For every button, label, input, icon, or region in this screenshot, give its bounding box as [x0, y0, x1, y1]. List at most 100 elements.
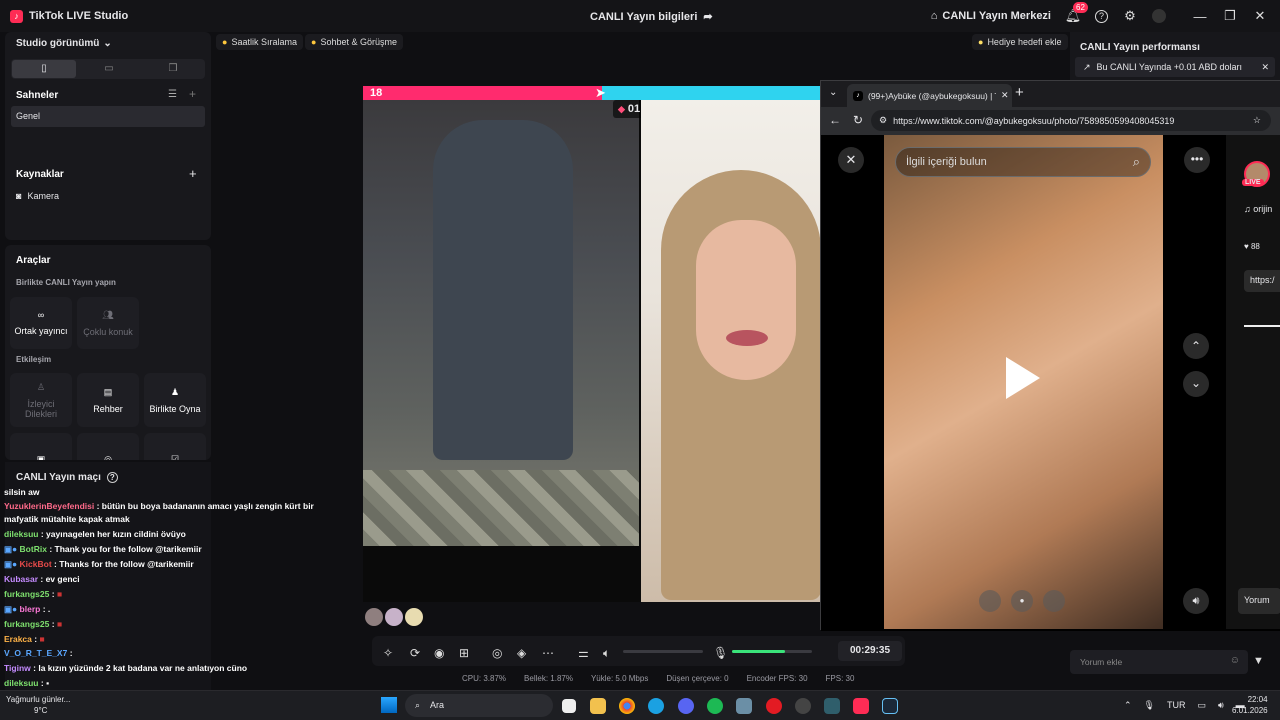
emote-icon: ■ [56, 619, 63, 629]
reload-icon[interactable]: ↻ [853, 113, 863, 127]
close-notice-icon[interactable]: ✕ [1261, 62, 1269, 73]
tool-row3-c[interactable]: ☑ [144, 433, 206, 460]
viewer-wishes-button[interactable]: ♙ İzleyici Dilekleri [10, 373, 72, 427]
share-link[interactable]: https:/ [1244, 270, 1280, 292]
magic-wand-icon[interactable]: ✧ [383, 646, 393, 660]
guide-button[interactable]: ▤ Rehber [77, 373, 139, 427]
close-viewer-button[interactable]: ✕ [838, 147, 864, 173]
discord-icon[interactable] [678, 698, 694, 714]
new-tab-icon[interactable]: + [1015, 84, 1024, 101]
add-scene-icon[interactable]: + [189, 87, 196, 101]
clock[interactable]: 22:04 6.01.2026 [1232, 694, 1268, 716]
hourly-ranking-button[interactable]: ● Saatlik Sıralama [216, 34, 303, 50]
weather-widget[interactable]: Yağmurlu günler... 9°C [6, 694, 70, 716]
viewer-avatars [365, 608, 423, 626]
steam-icon[interactable] [882, 698, 898, 714]
multi-guest-button[interactable]: 👥︎ Çoklu konuk [77, 297, 139, 349]
next-photo-button[interactable] [1043, 590, 1065, 612]
play-icon[interactable] [1006, 357, 1040, 399]
tiktok-studio-icon[interactable] [853, 698, 869, 714]
more-options-icon[interactable]: ••• [1184, 147, 1210, 173]
avatar[interactable] [365, 608, 383, 626]
chrome-icon[interactable] [619, 698, 635, 714]
site-info-icon[interactable]: ⚙ [879, 115, 887, 126]
spotify-icon[interactable] [707, 698, 723, 714]
volume-button[interactable]: 🔊︎ [1183, 588, 1209, 614]
taskbar-search[interactable]: ⌕ Ara [405, 694, 553, 717]
comment-input[interactable]: Yorum ekle ☺ [1070, 650, 1248, 674]
tray-chevron-icon[interactable]: ⌃ [1124, 700, 1132, 711]
address-bar[interactable]: ⚙ https://www.tiktok.com/@aybukegoksuu/p… [871, 110, 1271, 131]
bell-icon[interactable]: 🔔︎ 62 [1065, 2, 1088, 24]
language-indicator[interactable]: TUR [1167, 700, 1186, 711]
emoji-icon[interactable]: ☺ [1230, 655, 1240, 666]
gift-goal-button[interactable]: ● Hediye hedefi ekle [972, 34, 1068, 50]
like-count[interactable]: ♥ 88 [1244, 242, 1260, 251]
record-icon[interactable]: ◎ [492, 646, 502, 660]
network-icon[interactable]: ▭ [1197, 700, 1206, 711]
previous-video-button[interactable]: ⌃ [1183, 333, 1209, 359]
multi-layout-button[interactable]: ❒ [141, 60, 205, 78]
restore-icon[interactable]: ❐ [1222, 8, 1238, 24]
tab-list-chevron-icon[interactable]: ⌄ [829, 87, 837, 98]
settings-gear-icon[interactable]: ⚙ [1122, 8, 1138, 24]
scene-item-genel[interactable]: Genel [11, 106, 205, 127]
microphone-icon[interactable]: 🎙︎ [713, 646, 728, 660]
chat-meet-button[interactable]: ● Sohbet & Görüşme [305, 34, 403, 50]
windows-start-icon[interactable] [381, 697, 397, 713]
beauty-icon[interactable]: ◉ [434, 646, 444, 660]
sound-row[interactable]: ♫ orijin [1244, 204, 1272, 214]
opera-icon[interactable] [766, 698, 782, 714]
mixer-icon[interactable]: ⚌ [578, 646, 589, 660]
bookmark-star-icon[interactable]: ☆ [1253, 115, 1261, 126]
browser-tab[interactable]: ♪ (99+)Aybüke (@aybukegoksuu) | T ✕ [847, 84, 1012, 107]
filter-icon[interactable]: ▼ [1253, 655, 1264, 667]
prev-photo-button[interactable] [979, 590, 1001, 612]
edge-icon[interactable] [648, 698, 664, 714]
app-icon[interactable] [736, 698, 752, 714]
live-info-button[interactable]: CANLI Yayın bilgileri ➦ [590, 10, 713, 24]
avatar[interactable] [385, 608, 403, 626]
chat-line: mafyatik mütahite kapak atmak [4, 514, 130, 524]
effects-icon[interactable]: ⟳ [410, 646, 420, 660]
volume-tray-icon[interactable]: 🔊︎ [1218, 700, 1224, 711]
next-video-button[interactable]: ⌄ [1183, 371, 1209, 397]
minimize-icon[interactable]: — [1192, 8, 1208, 24]
camera-icon: ◙ [16, 191, 22, 201]
speaker-icon[interactable]: 🔈︎ [603, 646, 610, 661]
source-camera[interactable]: ◙ Kamera [16, 191, 59, 201]
portrait-button[interactable]: ▯ [12, 60, 76, 78]
add-source-icon[interactable]: + [189, 166, 197, 181]
current-photo-dot[interactable]: ● [1011, 590, 1033, 612]
search-box[interactable]: İlgili içeriği bulun ⌕ [895, 147, 1151, 177]
avatar[interactable] [405, 608, 423, 626]
studio-view-dropdown[interactable]: Studio görünümü ⌄ [16, 38, 112, 49]
more-icon[interactable]: ⋯ [542, 646, 554, 660]
tool-row3-b[interactable]: ◎ [77, 433, 139, 460]
search-icon[interactable]: ⌕ [1133, 154, 1140, 170]
scene-list-icon[interactable]: ☰ [168, 89, 177, 100]
mic-tray-icon[interactable]: 🎙︎ [1144, 700, 1155, 711]
co-host-button[interactable]: ∞ Ortak yayıncı [10, 297, 72, 349]
target-icon[interactable]: ◈ [517, 646, 526, 660]
file-explorer-icon[interactable] [590, 698, 606, 714]
close-icon[interactable]: ✕ [1252, 8, 1268, 24]
live-center-button[interactable]: ⌂ CANLI Yayın Merkezi [931, 10, 1051, 22]
screen-add-icon[interactable]: ⊞ [459, 646, 469, 660]
info-icon[interactable]: ? [106, 472, 118, 483]
terminal-icon[interactable] [824, 698, 840, 714]
profile-avatar[interactable] [1152, 9, 1166, 23]
landscape-button[interactable]: ▭ [77, 60, 141, 78]
tab-close-icon[interactable]: ✕ [1001, 90, 1009, 101]
comment-button[interactable]: Yorum [1238, 588, 1280, 614]
chat-icon: ● [311, 37, 317, 47]
mic-volume-slider[interactable] [732, 650, 812, 653]
obs-icon[interactable] [795, 698, 811, 714]
tool-row3-a[interactable]: ▣ [10, 433, 72, 460]
back-icon[interactable]: ← [829, 113, 841, 127]
help-icon[interactable]: ? [1095, 9, 1108, 23]
gift-icon: ● [978, 37, 984, 47]
task-view-icon[interactable] [562, 699, 576, 713]
play-together-button[interactable]: ♟ Birlikte Oyna [144, 373, 206, 427]
speaker-volume-slider[interactable] [623, 650, 703, 653]
